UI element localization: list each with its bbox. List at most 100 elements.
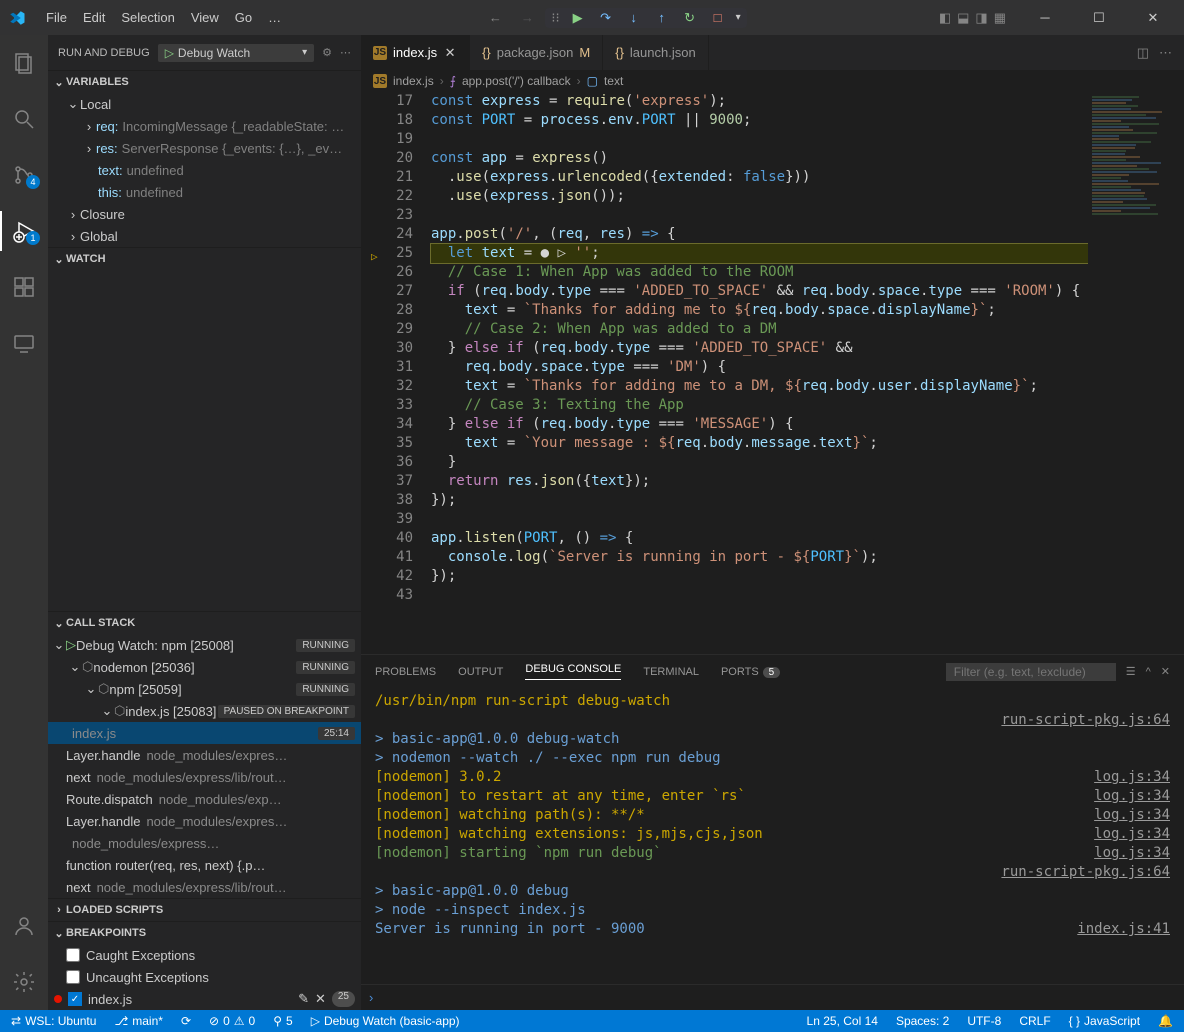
filter-settings-icon[interactable]: ☰ bbox=[1126, 665, 1136, 678]
more-icon[interactable]: ⋯ bbox=[340, 46, 351, 59]
close-panel-icon[interactable]: ✕ bbox=[1161, 665, 1170, 678]
console-source-link[interactable]: log.js:34 bbox=[1094, 844, 1170, 863]
code-content[interactable]: const express = require('express'); const… bbox=[431, 92, 1088, 654]
debug-config-dropdown-icon[interactable]: ▾ bbox=[736, 12, 741, 23]
console-source-link[interactable]: log.js:34 bbox=[1094, 825, 1170, 844]
activity-scm[interactable]: 4 bbox=[0, 155, 48, 195]
minimap[interactable] bbox=[1088, 92, 1184, 654]
code-line[interactable]: // Case 2: When App was added to a DM bbox=[431, 320, 1088, 339]
code-line[interactable]: text = `Your message : ${req.body.messag… bbox=[431, 434, 1088, 453]
stack-frame[interactable]: Layer.handlenode_modules/expres… bbox=[48, 744, 361, 766]
language-mode[interactable]: { } JavaScript bbox=[1066, 1014, 1143, 1028]
code-line[interactable]: text = `Thanks for adding me to ${req.bo… bbox=[431, 301, 1088, 320]
activity-settings[interactable] bbox=[0, 962, 48, 1002]
more-tab-icon[interactable]: ⋯ bbox=[1159, 45, 1172, 61]
console-source-link[interactable]: run-script-pkg.js:64 bbox=[1001, 863, 1170, 882]
callstack-session[interactable]: ⌄▷ Debug Watch: npm [25008]RUNNING bbox=[48, 634, 361, 656]
restart-icon[interactable]: ↻ bbox=[680, 10, 700, 26]
code-line[interactable]: const express = require('express'); bbox=[431, 92, 1088, 111]
console-filter-input[interactable] bbox=[946, 663, 1116, 681]
console-source-link[interactable]: index.js:41 bbox=[1077, 920, 1170, 939]
maximize-button[interactable]: ☐ bbox=[1076, 0, 1122, 35]
activity-extensions[interactable] bbox=[0, 267, 48, 307]
activity-remote[interactable] bbox=[0, 323, 48, 363]
panel-tab-output[interactable]: OUTPUT bbox=[458, 666, 503, 678]
code-line[interactable] bbox=[431, 510, 1088, 529]
cursor-position[interactable]: Ln 25, Col 14 bbox=[804, 1014, 881, 1028]
step-into-icon[interactable]: ↓ bbox=[624, 10, 644, 25]
code-line[interactable]: // Case 1: When App was added to the ROO… bbox=[431, 263, 1088, 282]
remote-indicator[interactable]: ⇄WSL: Ubuntu bbox=[8, 1014, 99, 1028]
code-line[interactable] bbox=[431, 586, 1088, 605]
menu-selection[interactable]: Selection bbox=[113, 6, 182, 29]
breakpoints-header[interactable]: ⌄BREAKPOINTS bbox=[48, 922, 361, 944]
stop-icon[interactable]: □ bbox=[708, 10, 728, 25]
menu-…[interactable]: … bbox=[260, 6, 289, 29]
variable-row[interactable]: ›res: ServerResponse {_events: {…}, _ev… bbox=[48, 137, 361, 159]
console-source-link[interactable]: log.js:34 bbox=[1094, 768, 1170, 787]
chevron-down-icon[interactable]: ▾ bbox=[302, 47, 307, 58]
play-icon[interactable]: ▷ bbox=[165, 46, 174, 60]
scope-local[interactable]: ⌄Local bbox=[48, 93, 361, 115]
split-editor-icon[interactable]: ◫ bbox=[1137, 45, 1149, 61]
eol[interactable]: CRLF bbox=[1016, 1014, 1053, 1028]
callstack-header[interactable]: ⌄CALL STACK bbox=[48, 612, 361, 634]
code-line[interactable] bbox=[431, 130, 1088, 149]
menu-edit[interactable]: Edit bbox=[75, 6, 113, 29]
gear-icon[interactable]: ⚙ bbox=[322, 46, 332, 59]
code-line[interactable]: text = `Thanks for adding me to a DM, ${… bbox=[431, 377, 1088, 396]
maximize-panel-icon[interactable]: ^ bbox=[1146, 666, 1151, 678]
code-line[interactable]: }); bbox=[431, 491, 1088, 510]
code-line[interactable]: }); bbox=[431, 567, 1088, 586]
code-line[interactable]: console.log(`Server is running in port -… bbox=[431, 548, 1088, 567]
indentation[interactable]: Spaces: 2 bbox=[893, 1014, 952, 1028]
stack-frame[interactable]: index.js25:14 bbox=[48, 722, 361, 744]
code-line[interactable]: if (req.body.type === 'ADDED_TO_SPACE' &… bbox=[431, 282, 1088, 301]
watch-header[interactable]: ⌄WATCH bbox=[48, 248, 361, 270]
breakpoint-item[interactable]: ✓ index.js ✎ ✕ 25 bbox=[48, 988, 361, 1010]
layout-customize-icon[interactable]: ▦ bbox=[994, 10, 1006, 26]
breakpoint-checkbox[interactable]: ✓ bbox=[68, 992, 82, 1006]
git-branch[interactable]: ⎇main* bbox=[111, 1014, 166, 1028]
console-source-link[interactable]: log.js:34 bbox=[1094, 787, 1170, 806]
variable-row[interactable]: this: undefined bbox=[48, 181, 361, 203]
code-line[interactable]: } bbox=[431, 453, 1088, 472]
git-sync[interactable]: ⟳ bbox=[178, 1014, 194, 1028]
uncaught-exceptions[interactable]: Uncaught Exceptions bbox=[48, 966, 361, 988]
stack-frame[interactable]: nextnode_modules/express/lib/rout… bbox=[48, 766, 361, 788]
variable-row[interactable]: text: undefined bbox=[48, 159, 361, 181]
stack-frame[interactable]: node_modules/express… bbox=[48, 832, 361, 854]
problems-status[interactable]: ⊘0 ⚠0 bbox=[206, 1014, 258, 1028]
drag-handle-icon[interactable]: ⁝⁝ bbox=[551, 10, 559, 26]
activity-search[interactable] bbox=[0, 99, 48, 139]
code-editor[interactable]: 1718192021222324252627282930313233343536… bbox=[361, 92, 1184, 654]
tab-launch-json[interactable]: {}launch.json bbox=[603, 35, 708, 70]
code-line[interactable]: } else if (req.body.type === 'MESSAGE') … bbox=[431, 415, 1088, 434]
step-out-icon[interactable]: ↑ bbox=[652, 10, 672, 25]
close-tab-icon[interactable]: ✕ bbox=[443, 45, 457, 61]
layout-sidebar-right-icon[interactable]: ◨ bbox=[975, 10, 987, 26]
code-line[interactable]: const app = express() bbox=[431, 149, 1088, 168]
ports-status[interactable]: ⚲5 bbox=[270, 1014, 295, 1028]
stack-frame[interactable]: Layer.handlenode_modules/expres… bbox=[48, 810, 361, 832]
stack-frame[interactable]: Route.dispatchnode_modules/exp… bbox=[48, 788, 361, 810]
nav-back[interactable]: ← bbox=[481, 7, 509, 29]
scope-closure[interactable]: ›Closure bbox=[48, 203, 361, 225]
edit-icon[interactable]: ✎ bbox=[298, 991, 309, 1007]
caught-exceptions[interactable]: Caught Exceptions bbox=[48, 944, 361, 966]
breadcrumbs[interactable]: JS index.js › ⨍ app.post('/') callback ›… bbox=[361, 70, 1184, 92]
panel-tab-terminal[interactable]: TERMINAL bbox=[643, 666, 699, 678]
activity-debug[interactable]: 1 bbox=[0, 211, 48, 251]
step-over-icon[interactable]: ↷ bbox=[596, 10, 616, 26]
close-button[interactable]: ✕ bbox=[1130, 0, 1176, 35]
loaded-scripts-header[interactable]: ›LOADED SCRIPTS bbox=[48, 899, 361, 921]
code-line[interactable]: // Case 3: Texting the App bbox=[431, 396, 1088, 415]
debug-console[interactable]: /usr/bin/npm run-script debug-watchrun-s… bbox=[361, 688, 1184, 984]
console-prompt[interactable]: › bbox=[361, 984, 1184, 1010]
code-line[interactable] bbox=[431, 206, 1088, 225]
console-source-link[interactable]: log.js:34 bbox=[1094, 806, 1170, 825]
layout-panel-icon[interactable]: ⬓ bbox=[957, 10, 969, 26]
code-line[interactable]: .use(express.json()); bbox=[431, 187, 1088, 206]
menu-go[interactable]: Go bbox=[227, 6, 260, 29]
variable-row[interactable]: ›req: IncomingMessage {_readableState: … bbox=[48, 115, 361, 137]
